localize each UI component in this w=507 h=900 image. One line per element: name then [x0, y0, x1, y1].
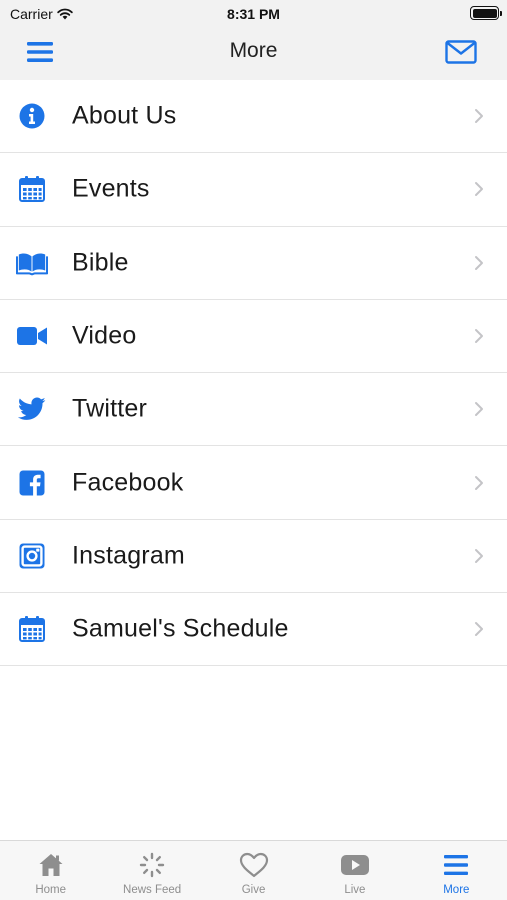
- tab-home[interactable]: Home: [0, 841, 101, 900]
- chevron-right-icon: [475, 329, 483, 344]
- home-icon: [36, 851, 66, 879]
- battery-icon: [470, 6, 502, 20]
- chevron-right-icon: [475, 182, 483, 197]
- tab-live[interactable]: Live: [304, 841, 405, 900]
- app-screen: Carrier 8:31 PM More About Us Events Bib…: [0, 0, 507, 900]
- tab-label: Live: [344, 884, 366, 896]
- chevron-right-icon: [475, 475, 483, 490]
- hamburger-menu-icon: [441, 851, 471, 879]
- video-camera-icon: [16, 320, 48, 352]
- status-bar: Carrier 8:31 PM: [0, 0, 507, 28]
- menu-item-events[interactable]: Events: [0, 153, 507, 227]
- menu-item-label: Bible: [72, 248, 129, 277]
- menu-item-label: Facebook: [72, 468, 184, 497]
- status-time: 8:31 PM: [227, 6, 280, 22]
- menu-item-bible[interactable]: Bible: [0, 227, 507, 300]
- mail-button[interactable]: [441, 36, 481, 68]
- calendar-icon: [16, 613, 48, 645]
- tab-label: Home: [35, 884, 67, 896]
- tab-give[interactable]: Give: [203, 841, 304, 900]
- chevron-right-icon: [475, 402, 483, 417]
- menu-item-twitter[interactable]: Twitter: [0, 373, 507, 447]
- navigation-bar: More: [0, 28, 507, 80]
- menu-item-instagram[interactable]: Instagram: [0, 520, 507, 594]
- tab-news-feed[interactable]: News Feed: [101, 841, 202, 900]
- open-book-icon: [16, 247, 48, 279]
- refresh-icon: [137, 851, 167, 879]
- chevron-right-icon: [475, 622, 483, 637]
- twitter-bird-icon: [16, 393, 48, 425]
- menu-item-video[interactable]: Video: [0, 300, 507, 374]
- tab-bar: Home News Feed Give Live More: [0, 840, 507, 900]
- menu-item-label: Video: [72, 321, 137, 350]
- facebook-icon: [16, 467, 48, 499]
- play-icon: [340, 851, 370, 879]
- menu-item-facebook[interactable]: Facebook: [0, 446, 507, 520]
- menu-item-samuels-schedule[interactable]: Samuel's Schedule: [0, 593, 507, 667]
- instagram-icon: [16, 540, 48, 572]
- tab-more[interactable]: More: [406, 841, 507, 900]
- chevron-right-icon: [475, 109, 483, 124]
- more-menu-list: About Us Events Bible Video Twitter Face…: [0, 80, 507, 667]
- top-bar: Carrier 8:31 PM More: [0, 0, 507, 80]
- heart-icon: [239, 851, 269, 879]
- tab-label: News Feed: [123, 884, 182, 896]
- chevron-right-icon: [475, 548, 483, 563]
- chevron-right-icon: [475, 255, 483, 270]
- menu-item-label: About Us: [72, 101, 177, 130]
- page-title: More: [229, 39, 278, 62]
- envelope-icon: [445, 40, 477, 64]
- menu-item-label: Instagram: [72, 541, 185, 570]
- menu-item-label: Twitter: [72, 394, 148, 423]
- tab-label: Give: [241, 884, 266, 896]
- calendar-icon: [16, 173, 48, 205]
- info-circle-icon: [16, 100, 48, 132]
- menu-item-label: Events: [72, 174, 150, 203]
- menu-item-label: Samuel's Schedule: [72, 614, 289, 643]
- tab-label: More: [443, 884, 470, 896]
- menu-item-about-us[interactable]: About Us: [0, 80, 507, 154]
